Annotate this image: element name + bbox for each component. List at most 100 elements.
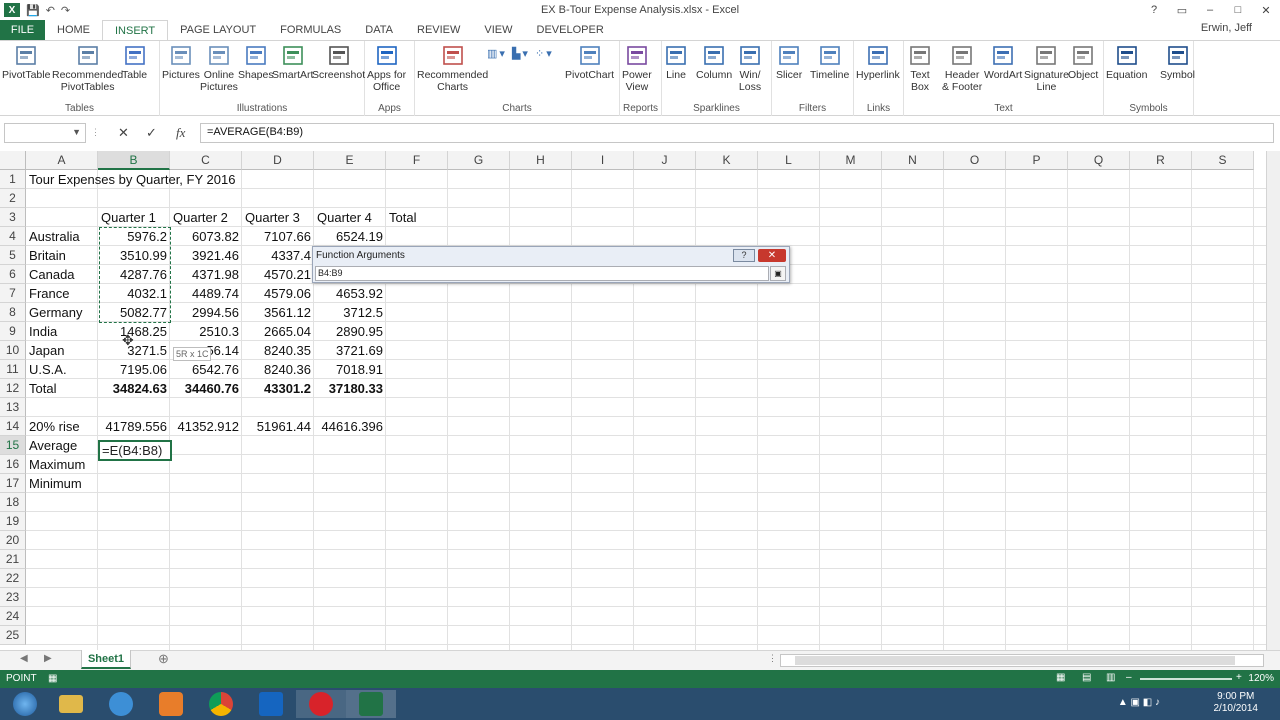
cell-c4[interactable]: 6073.82 — [170, 227, 242, 246]
ribbon-display-icon[interactable]: ▭ — [1168, 0, 1196, 20]
cell-b11[interactable]: 7195.06 — [98, 360, 170, 379]
cell-b3[interactable]: Quarter 1 — [98, 208, 159, 227]
cell-a12[interactable]: Total — [26, 379, 59, 398]
recpivot-button[interactable]: Recommended PivotTables — [52, 45, 123, 93]
row-header-15[interactable]: 15 — [0, 436, 26, 455]
cell-a10[interactable]: Japan — [26, 341, 67, 360]
tab-data[interactable]: DATA — [353, 20, 405, 40]
cell-a16[interactable]: Maximum — [26, 455, 88, 474]
powerview-button[interactable]: Power View — [622, 45, 652, 93]
internet-explorer-icon[interactable] — [96, 690, 146, 718]
row-header-25[interactable]: 25 — [0, 626, 26, 645]
tab-page-layout[interactable]: PAGE LAYOUT — [168, 20, 268, 40]
row-header-3[interactable]: 3 — [0, 208, 26, 227]
dialog-close-button[interactable]: ✕ — [758, 249, 786, 262]
maximize-icon[interactable]: □ — [1224, 0, 1252, 20]
tab-developer[interactable]: DEVELOPER — [525, 20, 616, 40]
column-header-e[interactable]: E — [314, 151, 386, 170]
cell-d6[interactable]: 4570.21 — [242, 265, 314, 284]
smartart-button[interactable]: SmartArt — [272, 45, 313, 81]
vertical-scrollbar[interactable] — [1266, 151, 1280, 650]
cell-e3[interactable]: Quarter 4 — [314, 208, 375, 227]
undo-icon[interactable]: ↶ — [46, 4, 55, 17]
normal-view-icon[interactable]: ▦ — [1056, 672, 1065, 683]
cell-a7[interactable]: France — [26, 284, 72, 303]
cell-a15[interactable]: Average — [26, 436, 80, 455]
pivotchart-button[interactable]: PivotChart — [565, 45, 614, 81]
screenshot-button[interactable]: Screenshot — [312, 45, 365, 81]
online-button[interactable]: Online Pictures — [200, 45, 238, 93]
tab-view[interactable]: VIEW — [472, 20, 524, 40]
name-box[interactable]: ▼ — [4, 123, 86, 143]
row-header-22[interactable]: 22 — [0, 569, 26, 588]
equation-button[interactable]: Equation — [1106, 45, 1147, 81]
cell-e11[interactable]: 7018.91 — [314, 360, 386, 379]
opera-icon[interactable] — [296, 690, 346, 718]
column-header-p[interactable]: P — [1006, 151, 1068, 170]
cell-a14[interactable]: 20% rise — [26, 417, 83, 436]
column-header-o[interactable]: O — [944, 151, 1006, 170]
tab-formulas[interactable]: FORMULAS — [268, 20, 353, 40]
media-player-icon[interactable] — [146, 690, 196, 718]
pictures-button[interactable]: Pictures — [162, 45, 200, 81]
cell-d9[interactable]: 2665.04 — [242, 322, 314, 341]
expand-dialog-icon[interactable]: ▣ — [770, 266, 786, 281]
row-header-7[interactable]: 7 — [0, 284, 26, 303]
cell-c14[interactable]: 41352.912 — [170, 417, 242, 436]
row-header-13[interactable]: 13 — [0, 398, 26, 417]
cell-a6[interactable]: Canada — [26, 265, 78, 284]
outlook-icon[interactable] — [246, 690, 296, 718]
column-header-f[interactable]: F — [386, 151, 448, 170]
cell-e12[interactable]: 37180.33 — [314, 379, 386, 398]
column-header-j[interactable]: J — [634, 151, 696, 170]
cell-d12[interactable]: 43301.2 — [242, 379, 314, 398]
winloss-button[interactable]: Win/ Loss — [738, 45, 762, 93]
column-header-a[interactable]: A — [26, 151, 98, 170]
column-header-d[interactable]: D — [242, 151, 314, 170]
row-header-5[interactable]: 5 — [0, 246, 26, 265]
column-header-q[interactable]: Q — [1068, 151, 1130, 170]
tab-insert[interactable]: INSERT — [102, 20, 169, 40]
cell-e10[interactable]: 3721.69 — [314, 341, 386, 360]
cell-a5[interactable]: Britain — [26, 246, 69, 265]
row-header-8[interactable]: 8 — [0, 303, 26, 322]
row-header-11[interactable]: 11 — [0, 360, 26, 379]
cell-c5[interactable]: 3921.46 — [170, 246, 242, 265]
formula-input[interactable]: =AVERAGE(B4:B9) — [200, 123, 1274, 143]
row-header-4[interactable]: 4 — [0, 227, 26, 246]
worksheet-grid[interactable]: A B C D E F G H I J K L M N O P Q R S 1 2 3 4 5 6 7 8 9 10 11 12 13 14 15… — [0, 151, 1266, 650]
cell-e7[interactable]: 4653.92 — [314, 284, 386, 303]
cell-c11[interactable]: 6542.76 — [170, 360, 242, 379]
macro-record-icon[interactable]: ▦ — [48, 673, 57, 684]
cell-a17[interactable]: Minimum — [26, 474, 85, 493]
horizontal-scrollbar[interactable] — [780, 654, 1264, 667]
tab-home[interactable]: HOME — [45, 20, 102, 40]
cell-d7[interactable]: 4579.06 — [242, 284, 314, 303]
dialog-help-button[interactable]: ? — [733, 249, 755, 262]
cell-b9[interactable]: 1468.25 — [98, 322, 170, 341]
cell-d10[interactable]: 8240.35 — [242, 341, 314, 360]
row-header-6[interactable]: 6 — [0, 265, 26, 284]
pivottable-button[interactable]: PivotTable — [2, 45, 50, 81]
excel-taskbar-icon[interactable] — [346, 690, 396, 718]
cell-c8[interactable]: 2994.56 — [170, 303, 242, 322]
cell-b12[interactable]: 34824.63 — [98, 379, 170, 398]
column-header-b[interactable]: B — [98, 151, 170, 170]
tray-icons[interactable]: ▲ ▣ ◧ ♪ — [1118, 697, 1160, 708]
chart-type-icons[interactable]: ▥▾ ▙▾ ⁘▾ — [487, 45, 559, 63]
cell-e9[interactable]: 2890.95 — [314, 322, 386, 341]
cell-c7[interactable]: 4489.74 — [170, 284, 242, 303]
zoom-level[interactable]: 120% — [1248, 673, 1274, 684]
wordart-button[interactable]: WordArt — [984, 45, 1022, 81]
row-header-20[interactable]: 20 — [0, 531, 26, 550]
start-button[interactable] — [0, 690, 50, 718]
scroll-thumb[interactable] — [795, 656, 1235, 665]
user-name[interactable]: Erwin, Jeff — [1201, 20, 1252, 36]
cell-a4[interactable]: Australia — [26, 227, 83, 246]
cell-c9[interactable]: 2510.3 — [170, 322, 242, 341]
column-header-m[interactable]: M — [820, 151, 882, 170]
column-header-n[interactable]: N — [882, 151, 944, 170]
cell-a9[interactable]: India — [26, 322, 60, 341]
cell-e4[interactable]: 6524.19 — [314, 227, 386, 246]
timeline-button[interactable]: Timeline — [810, 45, 849, 81]
